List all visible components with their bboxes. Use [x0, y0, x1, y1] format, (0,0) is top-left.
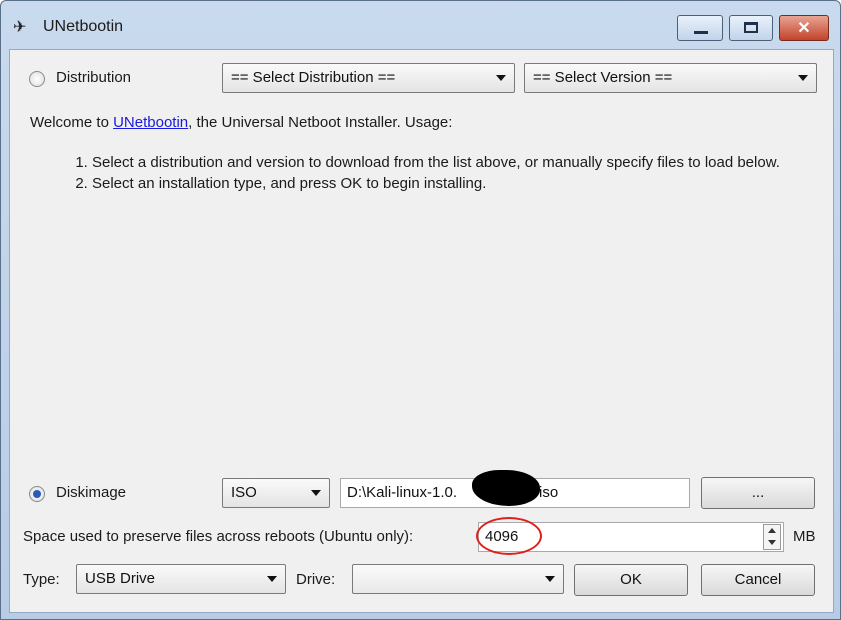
install-type-value: USB Drive: [85, 570, 156, 587]
type-label: Type:: [23, 571, 60, 588]
drive-select[interactable]: [352, 564, 564, 594]
diskimage-type-value: ISO: [231, 484, 257, 501]
red-annotation-circle: [476, 517, 542, 555]
diskimage-path-value: D:\Kali-linux-1.0.: [347, 484, 458, 501]
cancel-button[interactable]: Cancel: [701, 564, 815, 596]
persistence-label: Space used to preserve files across rebo…: [23, 528, 414, 545]
chevron-down-icon: [311, 490, 321, 496]
spin-down-icon[interactable]: [768, 540, 776, 545]
window-title: UNetbootin: [43, 18, 124, 35]
chevron-down-icon: [496, 75, 506, 81]
persistence-spinner[interactable]: [763, 524, 781, 550]
distribution-select[interactable]: == Select Distribution ==: [222, 63, 515, 93]
maximize-button[interactable]: [729, 15, 773, 41]
unetbootin-app-icon: ✈: [13, 19, 27, 36]
diskimage-label: Diskimage: [56, 484, 127, 501]
distribution-radio[interactable]: [29, 71, 45, 87]
unetbootin-link[interactable]: UNetbootin: [113, 114, 188, 131]
dialog-body: Distribution == Select Distribution == =…: [9, 49, 834, 613]
maximize-icon: [744, 22, 758, 33]
spin-up-icon[interactable]: [768, 528, 776, 533]
drive-label: Drive:: [296, 571, 336, 588]
close-button[interactable]: ✕: [779, 15, 829, 41]
minimize-icon: [694, 31, 708, 34]
chevron-down-icon: [267, 576, 277, 582]
minimize-button[interactable]: [677, 15, 723, 41]
diskimage-type-select[interactable]: ISO: [222, 478, 330, 508]
usage-step: Select an installation type, and press O…: [92, 173, 812, 194]
usage-steps: Select a distribution and version to dow…: [70, 152, 812, 194]
diskimage-radio[interactable]: [29, 486, 45, 502]
install-type-select[interactable]: USB Drive: [76, 564, 286, 594]
browse-button[interactable]: ...: [701, 477, 815, 509]
welcome-text: Welcome to UNetbootin, the Universal Net…: [30, 112, 452, 133]
ok-button[interactable]: OK: [574, 564, 688, 596]
welcome-prefix: Welcome to: [30, 114, 114, 131]
close-icon: ✕: [797, 20, 811, 37]
welcome-suffix: , the Universal Netboot Installer. Usage…: [188, 114, 453, 131]
diskimage-path-suffix: iso: [539, 484, 559, 501]
usage-step: Select a distribution and version to dow…: [92, 152, 812, 173]
distribution-label: Distribution: [56, 69, 132, 86]
chevron-down-icon: [798, 75, 808, 81]
usage-description: Welcome to UNetbootin, the Universal Net…: [30, 112, 820, 452]
distribution-select-value: == Select Distribution ==: [231, 69, 396, 86]
chevron-down-icon: [545, 576, 555, 582]
persistence-unit: MB: [793, 528, 816, 545]
unetbootin-window: ✈ UNetbootin ✕ Distribution == Select Di…: [0, 0, 841, 620]
title-bar[interactable]: ✈ UNetbootin ✕: [1, 1, 840, 41]
version-select-value: == Select Version ==: [533, 69, 673, 86]
version-select[interactable]: == Select Version ==: [524, 63, 817, 93]
